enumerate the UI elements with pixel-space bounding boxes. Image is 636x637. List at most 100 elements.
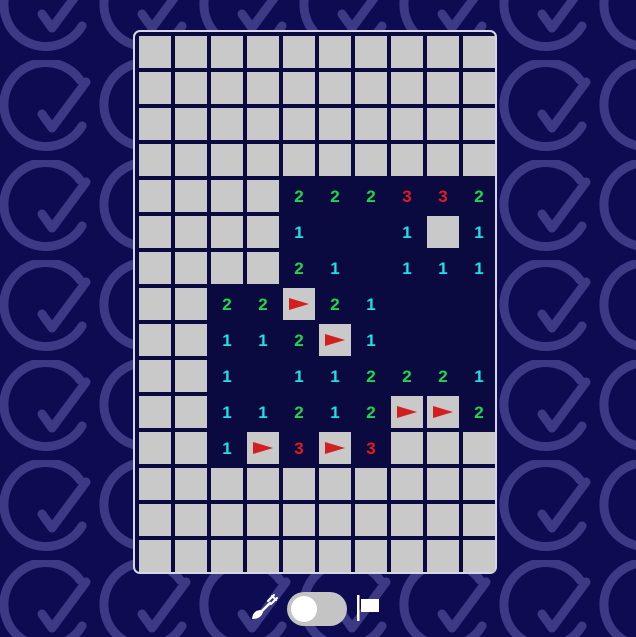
hidden-cell[interactable] [247,108,279,140]
hidden-cell[interactable] [427,468,459,500]
hidden-cell[interactable] [355,504,387,536]
hidden-cell[interactable] [355,540,387,572]
hidden-cell[interactable] [211,540,243,572]
hidden-cell[interactable] [211,216,243,248]
hidden-cell[interactable] [139,216,171,248]
hidden-cell[interactable] [283,504,315,536]
hidden-cell[interactable] [355,108,387,140]
hidden-cell[interactable] [247,540,279,572]
hidden-cell[interactable] [283,108,315,140]
hidden-cell[interactable] [427,72,459,104]
hidden-cell[interactable] [175,144,207,176]
hidden-cell[interactable] [211,468,243,500]
hidden-cell[interactable] [463,72,495,104]
hidden-cell[interactable] [391,72,423,104]
hidden-cell[interactable] [463,540,495,572]
flagged-cell[interactable] [319,324,351,356]
hidden-cell[interactable] [175,72,207,104]
hidden-cell[interactable] [319,72,351,104]
hidden-cell[interactable] [211,180,243,212]
hidden-cell[interactable] [463,504,495,536]
hidden-cell[interactable] [175,360,207,392]
hidden-cell[interactable] [247,216,279,248]
hidden-cell[interactable] [391,144,423,176]
hidden-cell[interactable] [247,180,279,212]
flagged-cell[interactable] [319,432,351,464]
hidden-cell[interactable] [283,36,315,68]
flagged-cell[interactable] [427,396,459,428]
flag-icon[interactable] [354,592,382,622]
hidden-cell[interactable] [427,540,459,572]
hidden-cell[interactable] [139,288,171,320]
hidden-cell[interactable] [139,252,171,284]
hidden-cell[interactable] [211,144,243,176]
hidden-cell[interactable] [319,144,351,176]
hidden-cell[interactable] [283,540,315,572]
hidden-cell[interactable] [355,144,387,176]
flagged-cell[interactable] [391,396,423,428]
hidden-cell[interactable] [319,504,351,536]
hidden-cell[interactable] [391,540,423,572]
hidden-cell[interactable] [427,504,459,536]
hidden-cell[interactable] [211,36,243,68]
hidden-cell[interactable] [391,36,423,68]
hidden-cell[interactable] [175,540,207,572]
hidden-cell[interactable] [211,252,243,284]
hidden-cell[interactable] [211,108,243,140]
hidden-cell[interactable] [175,180,207,212]
hidden-cell[interactable] [427,216,459,248]
hidden-cell[interactable] [391,504,423,536]
hidden-cell[interactable] [139,468,171,500]
hidden-cell[interactable] [211,504,243,536]
hidden-cell[interactable] [175,108,207,140]
hidden-cell[interactable] [139,180,171,212]
hidden-cell[interactable] [139,432,171,464]
hidden-cell[interactable] [247,504,279,536]
hidden-cell[interactable] [175,432,207,464]
mode-toggle[interactable] [287,592,347,626]
hidden-cell[interactable] [427,36,459,68]
hidden-cell[interactable] [175,288,207,320]
hidden-cell[interactable] [283,468,315,500]
hidden-cell[interactable] [463,36,495,68]
hidden-cell[interactable] [247,468,279,500]
hidden-cell[interactable] [283,144,315,176]
hidden-cell[interactable] [355,36,387,68]
hidden-cell[interactable] [391,432,423,464]
hidden-cell[interactable] [319,108,351,140]
hidden-cell[interactable] [355,72,387,104]
hidden-cell[interactable] [247,36,279,68]
hidden-cell[interactable] [175,396,207,428]
hidden-cell[interactable] [139,144,171,176]
hidden-cell[interactable] [427,432,459,464]
hidden-cell[interactable] [247,72,279,104]
hidden-cell[interactable] [463,432,495,464]
hidden-cell[interactable] [355,468,387,500]
hidden-cell[interactable] [391,468,423,500]
hidden-cell[interactable] [319,36,351,68]
hidden-cell[interactable] [463,108,495,140]
hidden-cell[interactable] [175,216,207,248]
hidden-cell[interactable] [463,144,495,176]
hidden-cell[interactable] [139,324,171,356]
hidden-cell[interactable] [211,72,243,104]
hidden-cell[interactable] [463,468,495,500]
hidden-cell[interactable] [391,108,423,140]
hidden-cell[interactable] [175,36,207,68]
hidden-cell[interactable] [175,468,207,500]
hidden-cell[interactable] [139,360,171,392]
shovel-icon[interactable] [250,593,280,623]
hidden-cell[interactable] [427,108,459,140]
hidden-cell[interactable] [319,540,351,572]
flagged-cell[interactable] [283,288,315,320]
hidden-cell[interactable] [283,72,315,104]
hidden-cell[interactable] [139,540,171,572]
flagged-cell[interactable] [247,432,279,464]
hidden-cell[interactable] [247,252,279,284]
hidden-cell[interactable] [139,396,171,428]
hidden-cell[interactable] [175,504,207,536]
hidden-cell[interactable] [427,144,459,176]
hidden-cell[interactable] [319,468,351,500]
hidden-cell[interactable] [247,144,279,176]
hidden-cell[interactable] [139,108,171,140]
